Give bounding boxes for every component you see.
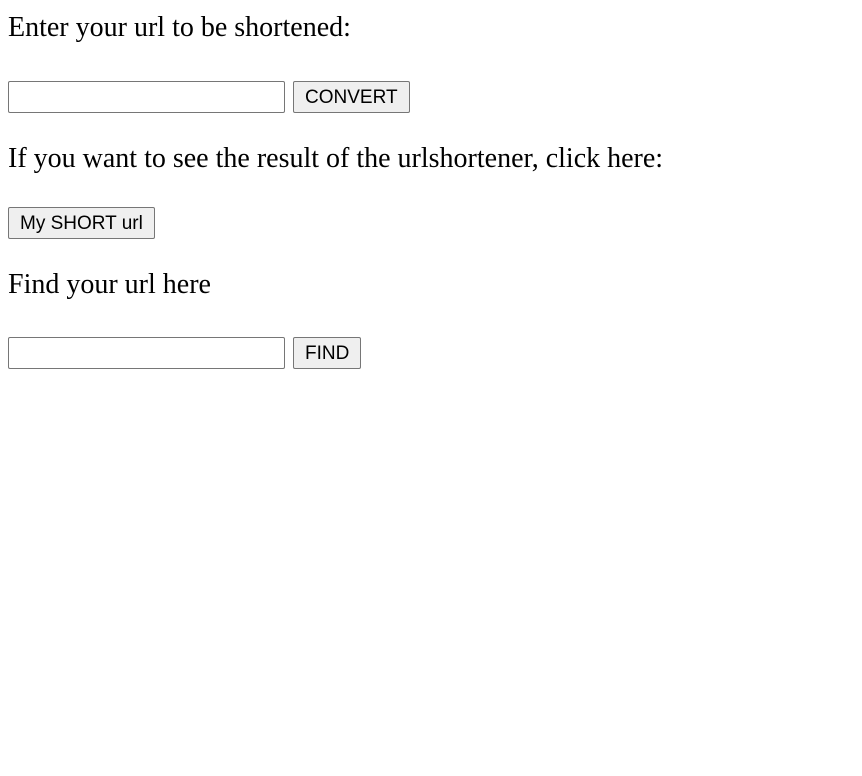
long-url-input[interactable] <box>8 81 285 113</box>
short-url-result-row: My SHORT url <box>8 207 155 239</box>
find-url-heading: Find your url here <box>8 269 211 300</box>
find-url-input[interactable] <box>8 337 285 369</box>
short-url-result-heading: If you want to see the result of the url… <box>8 143 664 174</box>
shorten-url-heading: Enter your url to be shortened: <box>8 12 351 43</box>
find-url-form: FIND <box>8 337 362 369</box>
shorten-url-form: CONVERT <box>8 81 410 113</box>
my-short-url-button[interactable]: My SHORT url <box>8 207 155 239</box>
convert-button[interactable]: CONVERT <box>293 81 410 113</box>
find-button[interactable]: FIND <box>293 337 362 369</box>
